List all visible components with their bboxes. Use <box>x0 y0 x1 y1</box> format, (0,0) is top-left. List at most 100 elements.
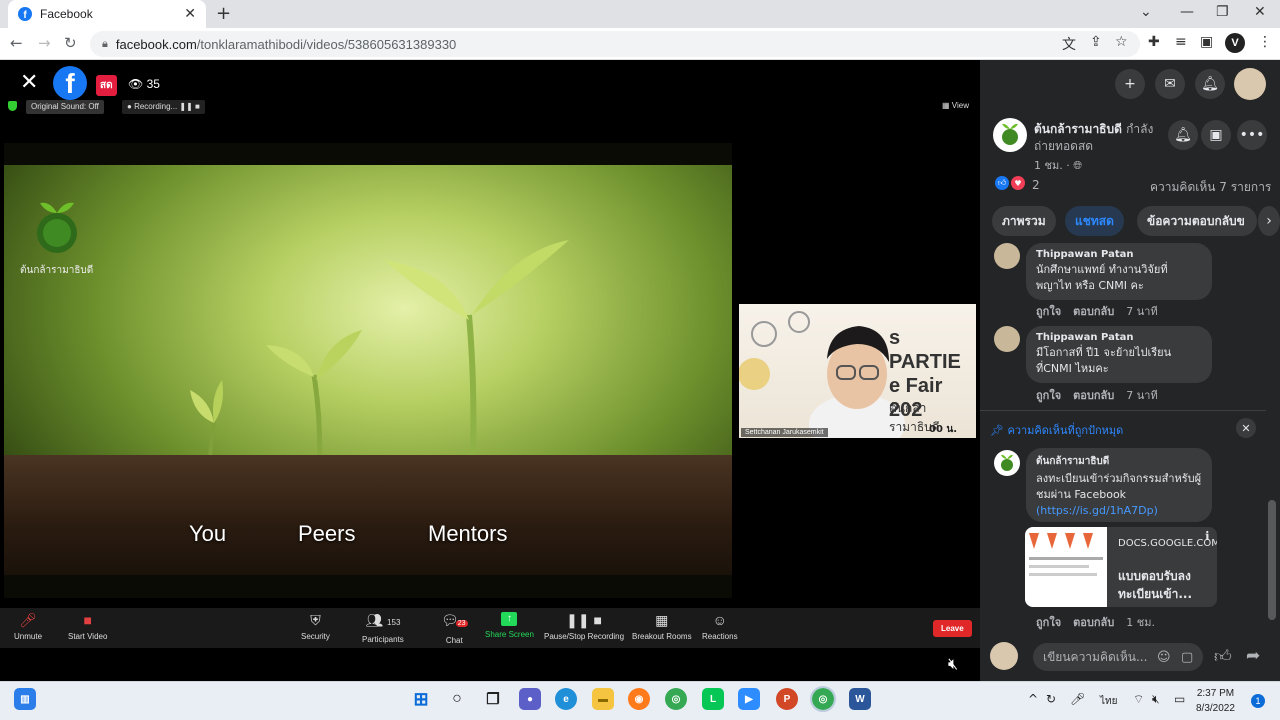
comment-input[interactable]: เขียนความคิดเห็น... ☺ ▢ <box>1033 643 1203 671</box>
mute-video-icon[interactable]: 🔇︎ <box>948 654 958 674</box>
follow-bell-icon[interactable]: 🔔︎ <box>1168 120 1198 150</box>
reload-icon[interactable]: ↻ <box>64 34 77 52</box>
wifi-icon[interactable]: ⌔ <box>1133 692 1144 707</box>
reactions-summary[interactable]: 👍︎ ♥ <box>995 176 1025 190</box>
browser-tab[interactable]: f Facebook ✕ <box>8 0 206 28</box>
unpin-close-icon[interactable]: ✕ <box>1236 418 1256 438</box>
pinned-time[interactable]: 1 ชม. <box>1126 613 1155 631</box>
translate-icon[interactable]: 文 <box>1062 34 1076 54</box>
powerpoint-icon[interactable]: P <box>776 688 798 710</box>
profile-avatar[interactable]: V <box>1225 33 1245 53</box>
tab-live-chat[interactable]: แชทสด <box>1065 206 1124 236</box>
search-icon[interactable]: ○ <box>446 688 468 710</box>
messenger-icon[interactable]: ✉ <box>1155 69 1185 99</box>
minimize-icon[interactable]: — <box>1180 4 1194 20</box>
security-button[interactable]: ⛨ Security <box>301 612 330 641</box>
extensions-icon[interactable]: ✚ <box>1148 34 1160 50</box>
view-button[interactable]: ▦ View <box>942 101 969 110</box>
leave-button[interactable]: Leave <box>933 620 972 637</box>
tab-overview[interactable]: ภาพรวม <box>992 206 1056 236</box>
notifications-icon[interactable]: 🔔︎ <box>1195 69 1225 99</box>
menu-icon[interactable]: ⋮ <box>1258 34 1272 50</box>
tonkla-logo-icon <box>37 202 77 253</box>
language-indicator[interactable]: ไทย <box>1100 694 1117 709</box>
side-panel-icon[interactable]: ▣ <box>1200 34 1213 50</box>
comment-time[interactable]: 7 นาที <box>1126 386 1157 404</box>
media-control-icon[interactable]: ≡ <box>1175 34 1187 50</box>
like-link[interactable]: ถูกใจ <box>1036 302 1061 320</box>
forward-icon[interactable]: → <box>38 34 51 52</box>
reply-link[interactable]: ตอบกลับ <box>1073 386 1114 404</box>
mic-icon[interactable]: 🎤︎ <box>1070 692 1085 706</box>
breakout-rooms-button[interactable]: ▦ Breakout Rooms <box>632 612 692 641</box>
firefox-icon[interactable]: ◉ <box>628 688 650 710</box>
battery-icon[interactable]: ▭ <box>1174 692 1185 706</box>
comment-time[interactable]: 7 นาที <box>1126 302 1157 320</box>
facebook-logo-icon[interactable]: f <box>53 66 87 100</box>
share-screen-button[interactable]: ↑ Share Screen <box>485 612 534 639</box>
chat-button[interactable]: 💬︎23 Chat <box>441 612 468 645</box>
soil <box>4 455 732 575</box>
save-icon[interactable]: ▣ <box>1201 120 1231 150</box>
reactions-button[interactable]: ☺ Reactions <box>702 612 738 641</box>
file-explorer-icon[interactable]: ▬ <box>592 688 614 710</box>
create-icon[interactable]: + <box>1115 69 1145 99</box>
reaction-count[interactable]: 2 <box>1032 178 1040 192</box>
panel-scrollbar[interactable] <box>1268 500 1276 620</box>
pause-recording-button[interactable]: ❚❚ ■ Pause/Stop Recording <box>544 612 624 641</box>
unmute-button[interactable]: 🎤︎ Unmute <box>14 612 42 641</box>
original-sound-toggle[interactable]: Original Sound: Off <box>26 100 104 114</box>
volume-muted-icon[interactable]: 🔇︎ <box>1152 692 1160 707</box>
comment-author[interactable]: Thippawan Patan <box>1036 332 1202 343</box>
like-button-icon[interactable]: 👍︎ <box>1214 646 1232 667</box>
url-bar[interactable]: 🔒︎ facebook.com/tonklaramathibodi/videos… <box>90 31 1140 57</box>
like-link[interactable]: ถูกใจ <box>1036 613 1061 631</box>
like-link[interactable]: ถูกใจ <box>1036 386 1061 404</box>
word-icon[interactable]: W <box>849 688 871 710</box>
tab-search-icon[interactable]: ⌄ <box>1140 4 1152 20</box>
share-icon[interactable]: ⇪ <box>1090 34 1102 50</box>
sync-icon[interactable]: ↻ <box>1046 692 1056 706</box>
maximize-icon[interactable]: ❐ <box>1216 4 1229 20</box>
tab-replies[interactable]: ข้อความตอบกลับข <box>1137 206 1257 236</box>
widgets-icon[interactable]: ▥ <box>14 688 36 710</box>
new-tab-button[interactable]: + <box>216 3 231 24</box>
reply-link[interactable]: ตอบกลับ <box>1073 613 1114 631</box>
close-video-icon[interactable]: ✕ <box>20 70 38 95</box>
link-info-icon[interactable]: ℹ <box>1205 529 1210 543</box>
zoom-icon[interactable]: ▶ <box>738 688 760 710</box>
pinned-link[interactable]: (https://is.gd/1hA7Dp) <box>1036 503 1202 519</box>
bookmark-star-icon[interactable]: ☆ <box>1115 34 1128 50</box>
pinned-avatar[interactable] <box>994 450 1020 476</box>
speaker-video[interactable]: s PARTIE e Fair 202 ต้นกล้ารามาธิบดี 00 … <box>739 304 976 438</box>
close-tab-icon[interactable]: ✕ <box>184 6 196 22</box>
edge-icon[interactable]: e <box>555 688 577 710</box>
link-preview-card[interactable]: DOCS.GOOGLE.COM แบบตอบรับลงทะเบียนเข้า..… <box>1025 527 1217 607</box>
reply-link[interactable]: ตอบกลับ <box>1073 302 1114 320</box>
more-options-icon[interactable]: ••• <box>1237 120 1267 150</box>
pinned-author[interactable]: ต้นกล้ารามาธิบดี <box>1036 454 1202 469</box>
chrome-active-icon[interactable]: ◎ <box>810 686 836 712</box>
page-avatar[interactable] <box>993 118 1027 152</box>
share-arrow-icon[interactable]: ➦ <box>1246 646 1260 666</box>
tray-expand-icon[interactable]: ^ <box>1028 692 1038 706</box>
taskbar-clock[interactable]: 2:37 PM 8/3/2022 <box>1196 686 1235 716</box>
comment-avatar[interactable] <box>994 243 1020 269</box>
composer-avatar[interactable] <box>990 642 1018 670</box>
start-video-button[interactable]: ■ Start Video <box>68 612 107 641</box>
line-icon[interactable]: L <box>702 688 724 710</box>
close-window-icon[interactable]: ✕ <box>1254 4 1266 20</box>
tabs-next-icon[interactable]: › <box>1258 206 1280 236</box>
notification-badge[interactable]: 1 <box>1251 694 1265 708</box>
comment-avatar[interactable] <box>994 326 1020 352</box>
back-icon[interactable]: ← <box>10 34 23 52</box>
participants-button[interactable]: 👥︎ 153 Participants <box>362 612 404 644</box>
page-name[interactable]: ต้นกล้ารามาธิบดี <box>1034 122 1122 136</box>
teams-chat-icon[interactable]: ● <box>519 688 541 710</box>
start-icon[interactable]: ⊞ <box>410 688 432 710</box>
chrome-icon[interactable]: ◎ <box>665 688 687 710</box>
task-view-icon[interactable]: ❐ <box>482 688 504 710</box>
comment-count[interactable]: ความคิดเห็น 7 รายการ <box>1150 178 1271 197</box>
comment-author[interactable]: Thippawan Patan <box>1036 249 1202 260</box>
user-avatar[interactable] <box>1234 68 1266 100</box>
